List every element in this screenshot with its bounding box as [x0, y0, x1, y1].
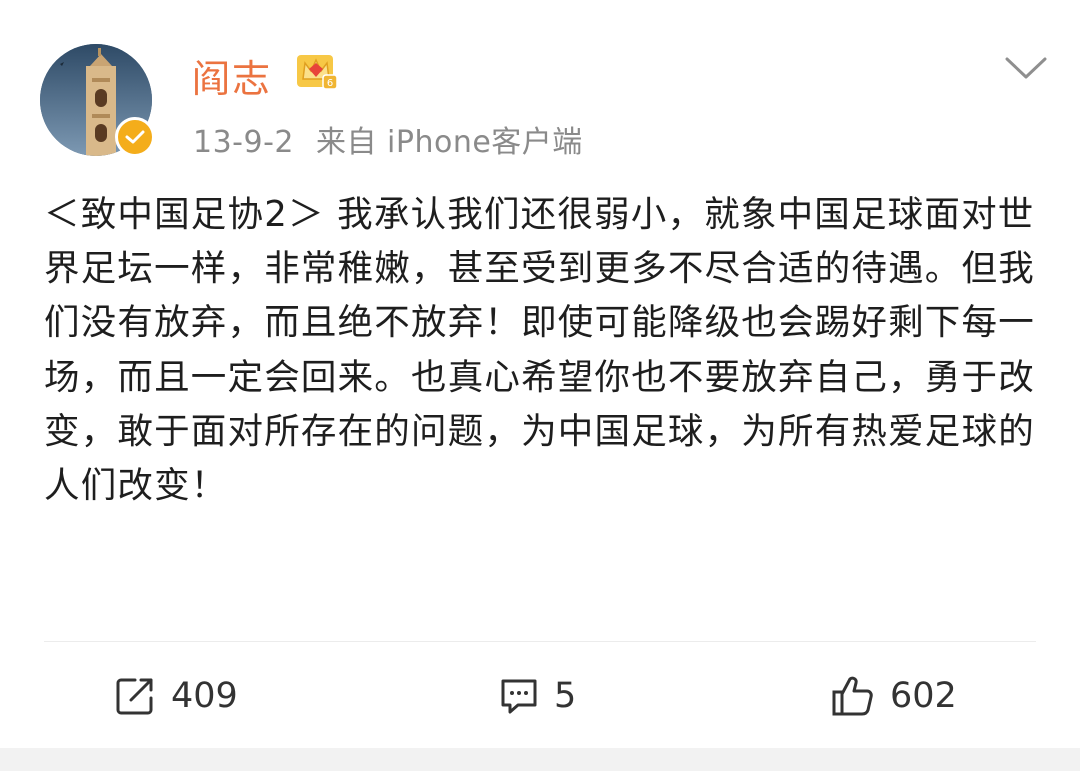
post-meta: 13-9-2 来自 iPhone客户端: [193, 117, 583, 161]
comment-button[interactable]: 5: [498, 671, 576, 721]
share-icon: [116, 678, 153, 715]
bottom-gap: [0, 748, 1080, 771]
like-button[interactable]: 602: [830, 671, 957, 721]
divider: [44, 641, 1036, 642]
comment-count: 5: [554, 676, 577, 716]
thumbs-up-icon: [832, 676, 873, 716]
post-date: 13-9-2: [193, 125, 294, 160]
vip-crown-icon: 6: [297, 55, 338, 90]
post-header: 阎志 6 13-9-2 来自 iPhone客户端: [0, 0, 1080, 175]
post-source[interactable]: 来自 iPhone客户端: [316, 125, 583, 160]
chevron-down-icon[interactable]: [1003, 54, 1049, 82]
author-name[interactable]: 阎志: [192, 48, 272, 103]
post-text: ＜致中国足协2＞ 我承认我们还很弱小，就象中国足球面对世界足坛一样，非常稚嫩，甚…: [44, 194, 1035, 507]
verified-badge-icon: [115, 117, 155, 157]
comment-icon: [501, 679, 537, 714]
like-count: 602: [890, 676, 957, 716]
repost-button[interactable]: 409: [113, 671, 238, 721]
svg-text:6: 6: [327, 78, 333, 89]
repost-count: 409: [171, 676, 238, 716]
avatar[interactable]: [40, 44, 155, 159]
